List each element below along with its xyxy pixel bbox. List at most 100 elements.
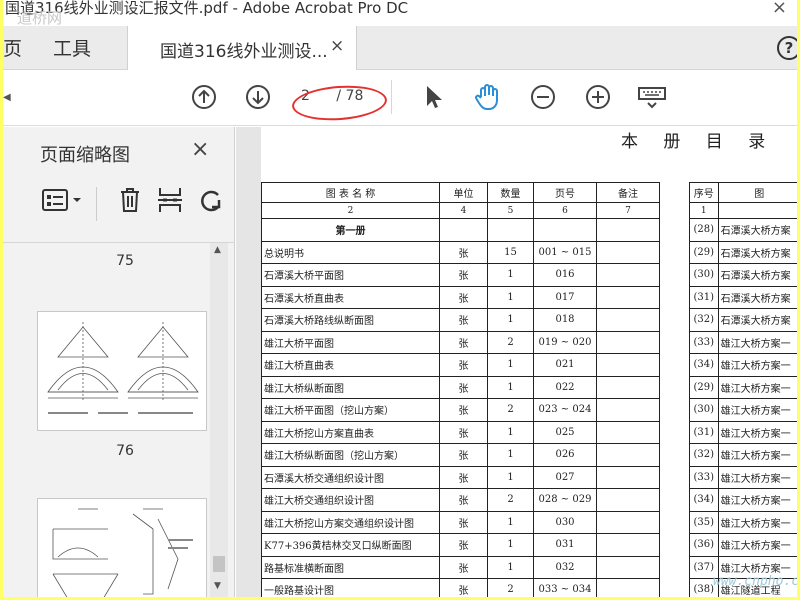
table-header-row: 序号 图 [689, 182, 797, 203]
thumbnail-page-number: 75 [116, 253, 134, 269]
delete-page-icon[interactable] [115, 185, 145, 215]
page-thumbnails-panel: 页面缩略图 × 75 76 ▲ ▼ [3, 127, 235, 597]
row-unit-cell: 张 [439, 420, 488, 444]
row-remark-cell [596, 285, 660, 309]
table-row: 总说明书张 15 001 ~ 015 [261, 240, 660, 264]
row-remark-cell [596, 263, 660, 287]
table-row: 路基标准横断面图张 1 032 [261, 555, 660, 579]
zoom-out-icon[interactable] [530, 84, 556, 110]
row-unit-cell: 张 [439, 330, 488, 354]
thumbnail-page-77[interactable] [37, 498, 207, 597]
table-row: 石潭溪大桥直曲表张 1 017 [261, 285, 660, 309]
table-row: 雄江大桥直曲表张 1 021 [261, 353, 660, 377]
row-remark-cell [596, 375, 660, 399]
table-row: (31) 雄江大桥方案一 [689, 420, 797, 444]
row-name-cell: 石潭溪大桥路线纵断面图 [261, 308, 440, 332]
row-name-cell: 雄江大桥交通组织设计图 [261, 488, 440, 512]
row-unit-cell: 张 [439, 578, 488, 597]
header-cell: 图 [717, 182, 797, 203]
row-page-cell: 017 [533, 285, 597, 309]
row-page-cell: 028 ~ 029 [533, 488, 597, 512]
table-column-index-row: 1 [689, 202, 797, 219]
row-remark-cell [596, 240, 660, 264]
tab-document[interactable]: 国道316线外业测设... × [127, 26, 357, 70]
keyboard-icon[interactable] [637, 84, 667, 110]
row-qty-cell: 1 [487, 308, 534, 332]
index-cell: 5 [487, 202, 534, 219]
row-no-cell: (35) [689, 510, 719, 534]
row-page-cell: 031 [533, 533, 597, 557]
section-row: 第一册 [261, 218, 660, 242]
table-row: 雄江大桥纵断面图张 1 022 [261, 375, 660, 399]
row-page-cell: 027 [533, 465, 597, 489]
row-page-cell: 026 [533, 443, 597, 467]
window-title: 国道316线外业测设汇报文件.pdf - Adobe Acrobat Pro D… [5, 0, 409, 17]
row-remark-cell [596, 443, 660, 467]
row-no-cell: (33) [689, 465, 719, 489]
row-remark-cell [596, 420, 660, 444]
toolbar-collapse-icon[interactable]: ◀ [3, 92, 11, 103]
row-page-cell: 018 [533, 308, 597, 332]
table-row: (36) 雄江大桥方案一 [689, 533, 797, 557]
table-row: 雄江大桥平面图张 2 019 ~ 020 [261, 330, 660, 354]
next-page-icon[interactable] [245, 84, 271, 110]
window-close-button[interactable]: × [772, 0, 787, 17]
zoom-in-icon[interactable] [585, 84, 611, 110]
previous-page-icon[interactable] [191, 84, 217, 110]
row-no-cell: (33) [689, 330, 719, 354]
hand-tool-icon[interactable] [473, 82, 503, 112]
table-row: 石潭溪大桥平面图张 1 016 [261, 263, 660, 287]
table-header-row: 图 表 名 称 单位 数量 页号 备注 [261, 182, 660, 203]
thumbnail-options-icon[interactable] [40, 185, 88, 215]
tab-document-label: 国道316线外业测设... [160, 42, 328, 62]
row-qty-cell: 1 [487, 443, 534, 467]
table-row: (32) 雄江大桥方案一 [689, 443, 797, 467]
toolbar-divider [391, 80, 392, 114]
row-page-cell: 033 ~ 034 [533, 578, 597, 597]
row-name-cell: 雄江大桥方案一 [717, 510, 797, 534]
thumbnail-scrollbar[interactable]: ▲ ▼ [210, 243, 228, 597]
tab-bar: 页 工具 国道316线外业测设... × ? [3, 26, 797, 70]
tab-tools[interactable]: 工具 [53, 34, 91, 61]
row-qty-cell: 2 [487, 488, 534, 512]
row-unit-cell: 张 [439, 263, 488, 287]
row-no-cell: (30) [689, 263, 719, 287]
table-row: 雄江大桥交通组织设计图张 2 028 ~ 029 [261, 488, 660, 512]
thumbnail-page-76[interactable] [37, 311, 207, 431]
index-cell: 6 [533, 202, 597, 219]
scrollbar-thumb[interactable] [213, 556, 225, 572]
table-row: (33) 雄江大桥方案一 [689, 330, 797, 354]
thumbnail-drawing [47, 322, 199, 414]
row-name-cell: 石潭溪大桥平面图 [261, 263, 440, 287]
row-qty-cell: 1 [487, 555, 534, 579]
scroll-down-icon[interactable]: ▼ [214, 581, 221, 591]
row-name-cell: 雄江大桥纵断面图（挖山方案） [261, 443, 440, 467]
table-row: (32) 石潭溪大桥方案 [689, 308, 797, 332]
contents-table-continued: 序号 图 1 (28) 石潭溪大桥方案 (29) 石潭溪大桥方案 (30) 石潭溪大桥方案… [689, 182, 797, 597]
tab-home[interactable]: 页 [3, 34, 22, 61]
tab-close-button[interactable]: × [330, 36, 344, 56]
row-remark-cell [596, 488, 660, 512]
panel-toolbar-divider [96, 187, 97, 221]
scroll-up-icon[interactable]: ▲ [214, 245, 221, 255]
pdf-page: 本 册 目 录 图 表 名 称 单位 数量 页号 备注 2 4 5 6 7 第一… [261, 127, 797, 597]
row-unit-cell: 张 [439, 375, 488, 399]
help-button[interactable]: ? [777, 36, 797, 60]
row-no-cell: (32) [689, 308, 719, 332]
row-name-cell: 雄江大桥平面图 [261, 330, 440, 354]
row-no-cell: (34) [689, 353, 719, 377]
document-view: 本 册 目 录 图 表 名 称 单位 数量 页号 备注 2 4 5 6 7 第一… [236, 127, 797, 597]
page-heading: 本 册 目 录 [621, 132, 776, 152]
row-name-cell: 雄江大桥直曲表 [261, 353, 440, 377]
row-name-cell: 雄江大桥方案一 [717, 465, 797, 489]
row-name-cell: 石潭溪大桥交通组织设计图 [261, 465, 440, 489]
panel-close-button[interactable]: × [191, 137, 209, 162]
row-no-cell: (30) [689, 398, 719, 422]
select-cursor-icon[interactable] [421, 84, 447, 110]
row-unit-cell: 张 [439, 353, 488, 377]
rotate-page-icon[interactable] [196, 185, 226, 215]
row-page-cell: 016 [533, 263, 597, 287]
insert-page-icon[interactable] [155, 185, 185, 215]
row-qty-cell: 1 [487, 263, 534, 287]
section-label: 第一册 [261, 218, 440, 242]
